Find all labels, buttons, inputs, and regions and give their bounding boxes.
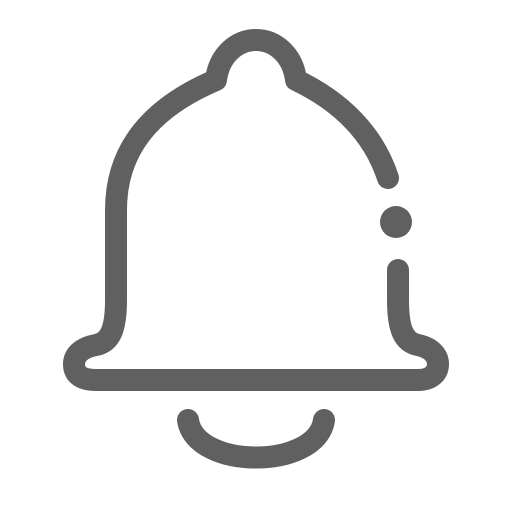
bell-clapper — [177, 409, 335, 469]
bell-body-outline — [63, 29, 449, 391]
bell-dot — [380, 206, 412, 238]
notification-bell[interactable] — [0, 0, 512, 512]
icon-canvas — [0, 0, 512, 512]
bell-icon — [63, 29, 449, 469]
